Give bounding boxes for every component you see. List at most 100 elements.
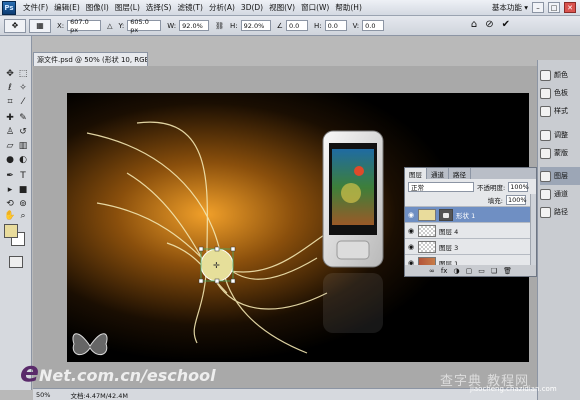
crop-tool-icon[interactable]: ⌗ [4,96,16,108]
3d-rotate-icon[interactable]: ⟲ [4,198,16,210]
menu-window[interactable]: 窗口(W) [298,2,332,13]
layer-row-shape1[interactable]: ◉ 形状 1 [405,206,536,222]
layers-footer: ∞ fx ◑ ▢ ▭ ❏ 🗑 [405,265,536,276]
x-label: X: [57,21,65,30]
commit-transform-icon[interactable]: ✔ [502,19,510,30]
menu-file[interactable]: 文件(F) [20,2,51,13]
foreground-color-swatch[interactable] [4,224,18,238]
menu-edit[interactable]: 编辑(E) [51,2,83,13]
fill-input[interactable]: 100% [506,195,527,205]
menu-select[interactable]: 选择(S) [143,2,175,13]
warp-icon[interactable]: ⌂ [471,19,477,30]
layer-style-icon[interactable]: fx [441,267,448,275]
eyedropper-tool-icon[interactable]: ⁄ [17,96,29,108]
menu-analysis[interactable]: 分析(A) [206,2,238,13]
dock-item-masks[interactable]: 蒙版 [540,144,580,162]
path-selection-icon[interactable]: ▸ [4,184,16,196]
hand-tool-icon[interactable]: ✋ [4,210,16,222]
dock-item-label: 色板 [554,89,568,97]
eraser-tool-icon[interactable]: ▱ [4,140,16,152]
blend-mode-select[interactable]: 正常 [408,181,474,192]
height-input[interactable]: 92.0% [240,20,271,31]
enet-watermark-e: e [20,355,39,388]
menu-filter[interactable]: 滤镜(T) [175,2,206,13]
tab-channels[interactable]: 通道 [427,168,449,179]
link-layers-icon[interactable]: ∞ [429,267,435,275]
type-tool-icon[interactable]: T [17,170,29,182]
add-mask-icon[interactable]: ◑ [453,267,459,275]
reference-point-icon[interactable]: ▦ [29,18,51,33]
maximize-button[interactable]: □ [548,2,560,13]
vskew-input[interactable]: 0.0 [362,20,385,31]
magic-wand-tool-icon[interactable]: ✧ [17,82,29,94]
menu-image[interactable]: 图像(I) [83,2,112,13]
eye-icon[interactable]: ◉ [407,243,415,251]
tab-paths[interactable]: 路径 [449,168,471,179]
eye-icon[interactable]: ◉ [407,211,415,219]
blur-tool-icon[interactable]: ● [4,154,16,166]
clone-stamp-icon[interactable]: ♙ [4,126,16,138]
brush-tool-icon[interactable]: ✎ [17,112,29,124]
layers-panel-tabs: 图层 通道 路径 [405,168,536,179]
3d-camera-icon[interactable]: ⊚ [17,198,29,210]
layers-scrollbar[interactable] [530,194,536,266]
rotate-icon: ∠ [276,21,283,30]
zoom-tool-icon[interactable]: ⌕ [17,210,29,222]
workspace-switcher[interactable]: 基本功能 ▾ [492,2,528,13]
link-icon[interactable]: ⛓ [215,22,224,30]
dodge-tool-icon[interactable]: ◐ [17,154,29,166]
tool-preset-picker[interactable]: ✥ [4,18,26,33]
angle-input[interactable]: 0.0 [285,20,308,31]
opacity-input[interactable]: 100% [508,181,529,192]
dock-item-label: 颜色 [554,71,568,79]
layer-row-layer3[interactable]: ◉ 图层 3 [405,238,536,254]
delete-layer-icon[interactable]: 🗑 [503,267,512,275]
history-brush-icon[interactable]: ↺ [17,126,29,138]
dock-item-styles[interactable]: 样式 [540,102,580,120]
marquee-tool-icon[interactable]: ⬚ [17,68,29,80]
y-input[interactable]: 605.0 px [127,18,162,34]
close-button[interactable]: ✕ [564,2,576,13]
minimize-button[interactable]: – [532,2,544,13]
dock-item-swatches[interactable]: 色板 [540,84,580,102]
hskew-input[interactable]: 0.0 [324,20,347,31]
phone-image [322,130,384,333]
adjustment-layer-icon[interactable]: ▢ [466,267,473,275]
status-zoom[interactable]: 50% [36,391,50,399]
new-layer-icon[interactable]: ❏ [491,267,497,275]
shape-tool-icon[interactable]: ■ [17,184,29,196]
toolbox: ✥ ⬚ ℓ ✧ ⌗ ⁄ ✚ ✎ ♙ ↺ ▱ ▥ ● ◐ ✒ T ▸ ■ ⟲ ⊚ … [0,36,32,390]
healing-brush-icon[interactable]: ✚ [4,112,16,124]
new-group-icon[interactable]: ▭ [478,267,485,275]
move-tool-icon[interactable]: ✥ [4,68,16,80]
dock-item-channels[interactable]: 通道 [540,185,580,203]
eye-icon[interactable]: ◉ [407,227,415,235]
x-input[interactable]: 607.0 px [67,18,102,34]
dock-item-layers[interactable]: 图层 [540,167,580,185]
document-tab-title: 源文件.psd @ 50% (形状 10, RGB/8) * [37,55,148,64]
dock-item-color[interactable]: 颜色 [540,66,580,84]
dock-item-label: 样式 [554,107,568,115]
quick-mask-icon[interactable] [9,256,23,268]
dock-item-adjustments[interactable]: 调整 [540,126,580,144]
document-tab[interactable]: 源文件.psd @ 50% (形状 10, RGB/8) * × [33,52,148,66]
layer-row-layer4[interactable]: ◉ 图层 4 [405,222,536,238]
pen-tool-icon[interactable]: ✒ [4,170,16,182]
layer-mask-thumbnail [439,208,453,221]
dock-item-paths[interactable]: 路径 [540,203,580,221]
h-label: H: [230,21,238,30]
layer-thumbnail [418,240,436,253]
opacity-label: 不透明度: [477,183,506,192]
width-input[interactable]: 92.0% [179,20,210,31]
layer-thumbnail [418,208,436,221]
tab-layers[interactable]: 图层 [405,168,427,179]
lasso-tool-icon[interactable]: ℓ [4,82,16,94]
cancel-transform-icon[interactable]: ⊘ [485,19,493,30]
dock-item-label: 路径 [554,208,568,216]
menu-view[interactable]: 视图(V) [266,2,298,13]
menu-layer[interactable]: 图层(L) [112,2,143,13]
adjustments-panel-icon [540,129,551,141]
gradient-tool-icon[interactable]: ▥ [17,140,29,152]
menu-help[interactable]: 帮助(H) [332,2,365,13]
menu-3d[interactable]: 3D(D) [238,3,266,12]
